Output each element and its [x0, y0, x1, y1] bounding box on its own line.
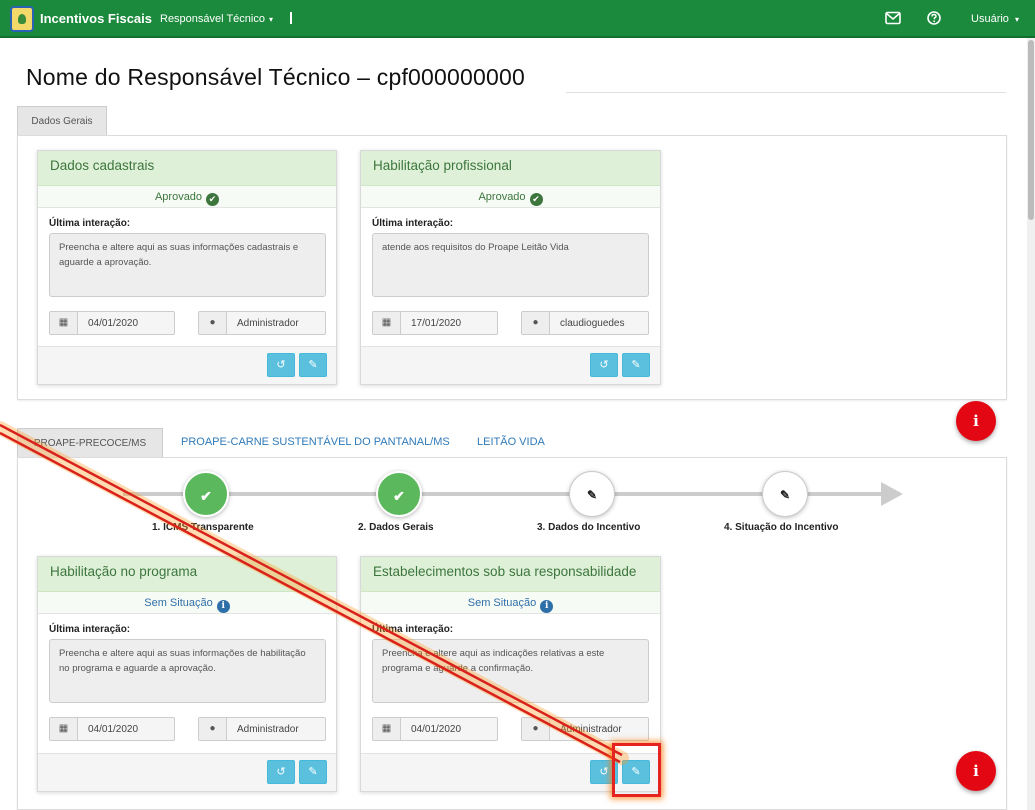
step-4-pencil-icon[interactable]: ✎ [762, 471, 808, 517]
history-icon: ↺ [599, 359, 609, 371]
card-habilitacao-profissional: Habilitação profissional Aprovado ✔ Últim… [360, 150, 661, 385]
last-interaction-note: Preencha e altere aqui as suas informaçõ… [49, 639, 326, 703]
step-2-label: 2. Dados Gerais [358, 522, 434, 533]
card-title: Habilitação no programa [38, 557, 336, 592]
step-1-label: 1. ICMS Transparente [152, 522, 254, 533]
chevron-down-icon: ▾ [1014, 15, 1019, 24]
calendar-icon: ▦ [373, 718, 401, 740]
card-footer: ↺ ✎ [38, 753, 336, 791]
user-menu-label: Usuário [971, 13, 1009, 25]
edit-button[interactable]: ✎ [299, 353, 327, 377]
user-field: ● claudioguedes [521, 311, 649, 335]
user-field: ● Administrador [521, 717, 649, 741]
user-icon: ● [522, 312, 550, 334]
last-interaction-label: Última interação: [49, 624, 131, 635]
user-field: ● Administrador [198, 311, 326, 335]
step-3-label: 3. Dados do Incentivo [537, 522, 641, 533]
scrollbar-thumb[interactable] [1028, 40, 1034, 220]
date-value: 04/01/2020 [88, 318, 139, 329]
status-text: Sem Situação [144, 597, 213, 609]
step-1-check-icon[interactable]: ✔ [183, 471, 229, 517]
question-circle-icon[interactable] [926, 11, 942, 25]
last-interaction-note: atende aos requisitos do Proape Leitão V… [372, 233, 649, 297]
date-field: ▦ 17/01/2020 [372, 311, 498, 335]
card-status: Aprovado ✔ [38, 186, 336, 208]
card-title: Dados cadastrais [38, 151, 336, 186]
navbar-divider [290, 12, 292, 24]
user-value: claudioguedes [560, 318, 625, 329]
check-circle-icon: ✔ [529, 193, 543, 206]
status-text: Sem Situação [467, 597, 537, 609]
app-brand[interactable]: Incentivos Fiscais [40, 11, 152, 26]
card-status: Sem Situação i [361, 592, 660, 614]
highlight-box [612, 743, 661, 797]
title-divider [566, 92, 1006, 93]
user-menu[interactable]: Usuário ▾ [971, 13, 1019, 25]
card-footer: ↺ ✎ [38, 346, 336, 384]
menu-label: Responsável Técnico [160, 13, 265, 25]
card-habilitacao-programa: Habilitação no programa Sem Situação i Úl… [37, 556, 337, 792]
info-fab-button[interactable]: i [956, 401, 996, 441]
history-button[interactable]: ↺ [590, 353, 618, 377]
step-2-check-icon[interactable]: ✔ [376, 471, 422, 517]
user-value: Administrador [237, 318, 299, 329]
last-interaction-note: Preencha e altere aqui as suas informaçõ… [49, 233, 326, 297]
last-interaction-note: Preencha e altere aqui as indicações rel… [372, 639, 649, 703]
history-icon: ↺ [276, 766, 286, 778]
pencil-icon: ✎ [631, 359, 641, 371]
top-navbar: Incentivos Fiscais Responsável Técnico ▾ … [0, 0, 1035, 38]
edit-button[interactable]: ✎ [299, 760, 327, 784]
calendar-icon: ▦ [50, 718, 78, 740]
history-button[interactable]: ↺ [267, 760, 295, 784]
card-footer: ↺ ✎ [361, 346, 660, 384]
last-interaction-label: Última interação: [49, 218, 131, 229]
date-value: 04/01/2020 [88, 724, 139, 735]
user-value: Administrador [560, 724, 622, 735]
page-title: Nome do Responsável Técnico – cpf0000000… [26, 64, 525, 90]
last-interaction-label: Última interação: [372, 218, 454, 229]
date-field: ▦ 04/01/2020 [49, 717, 175, 741]
calendar-icon: ▦ [373, 312, 401, 334]
last-interaction-label: Última interação: [372, 624, 454, 635]
user-icon: ● [199, 718, 227, 740]
card-status: Aprovado ✔ [361, 186, 660, 208]
pencil-icon: ✎ [308, 766, 318, 778]
date-field: ▦ 04/01/2020 [49, 311, 175, 335]
chevron-down-icon: ▾ [268, 15, 273, 24]
status-text: Aprovado [478, 191, 526, 203]
status-text: Aprovado [154, 191, 203, 203]
state-coat-of-arms-logo[interactable] [10, 6, 34, 32]
tab-proape-carne[interactable]: PROAPE-CARNE SUSTENTÁVEL DO PANTANAL/MS [181, 436, 450, 448]
step-3-pencil-icon[interactable]: ✎ [569, 471, 615, 517]
step-4-label: 4. Situação do Incentivo [724, 522, 839, 533]
user-icon: ● [199, 312, 227, 334]
envelope-icon[interactable] [885, 11, 901, 25]
card-title: Estabelecimentos sob sua responsabilidad… [361, 557, 660, 592]
edit-button[interactable]: ✎ [622, 353, 650, 377]
tab-leitao-vida[interactable]: LEITÃO VIDA [477, 436, 545, 448]
user-icon: ● [522, 718, 550, 740]
calendar-icon: ▦ [50, 312, 78, 334]
info-circle-icon: i [216, 600, 230, 613]
card-dados-cadastrais: Dados cadastrais Aprovado ✔ Última intera… [37, 150, 337, 385]
info-fab-button[interactable]: i [956, 751, 996, 791]
date-value: 17/01/2020 [411, 318, 462, 329]
info-circle-icon: i [540, 600, 554, 613]
history-icon: ↺ [276, 359, 286, 371]
check-circle-icon: ✔ [206, 193, 220, 206]
tab-proape-precoce[interactable]: PROAPE-PRECOCE/MS [17, 428, 163, 458]
card-title: Habilitação profissional [361, 151, 660, 186]
date-field: ▦ 04/01/2020 [372, 717, 498, 741]
pencil-icon: ✎ [308, 359, 318, 371]
history-button[interactable]: ↺ [267, 353, 295, 377]
responsavel-tecnico-menu[interactable]: Responsável Técnico ▾ [160, 13, 273, 25]
wizard-arrow-icon [881, 482, 903, 506]
page-scrollbar[interactable] [1027, 38, 1035, 810]
card-status: Sem Situação i [38, 592, 336, 614]
user-field: ● Administrador [198, 717, 326, 741]
user-value: Administrador [237, 724, 299, 735]
tab-dados-gerais[interactable]: Dados Gerais [17, 106, 107, 136]
date-value: 04/01/2020 [411, 724, 462, 735]
history-icon: ↺ [599, 766, 609, 778]
